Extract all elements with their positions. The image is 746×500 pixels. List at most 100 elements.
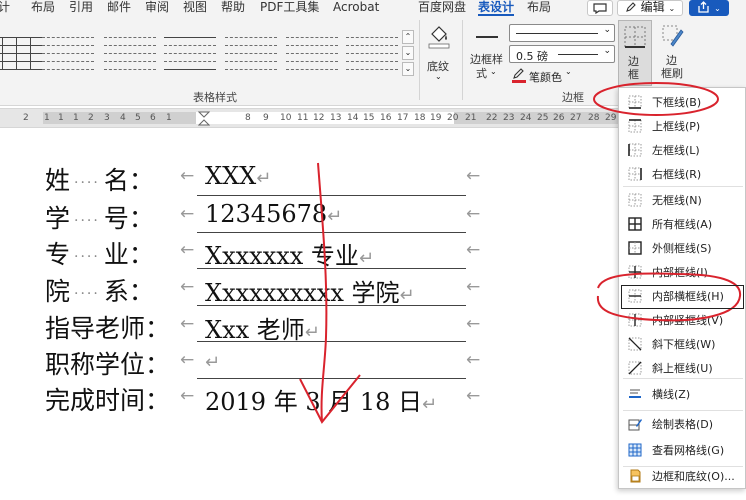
menu-item-bottom-border[interactable]: 下框线(B) — [619, 90, 745, 114]
menu-item-label: 内部竖框线(V) — [652, 314, 724, 327]
bottom-border-icon — [628, 95, 642, 109]
ruler-number: 17 — [397, 113, 409, 123]
ruler-number: 10 — [280, 113, 292, 123]
field-label: 职称学位： — [45, 345, 170, 381]
tab-table-layout[interactable]: 布局 — [527, 0, 551, 16]
menu-bar: 计 布局 引用 邮件 审阅 视图 帮助 PDF工具集 Acrobat 百度网盘 … — [0, 0, 746, 16]
tab-acrobat[interactable]: Acrobat — [333, 0, 379, 16]
ruler-number: 1 — [44, 113, 50, 123]
chevron-down-icon: ⌄ — [714, 4, 721, 13]
field-value[interactable]: ↵ — [205, 346, 220, 374]
menu-item-diagonal-down-border[interactable]: 斜下框线(W) — [619, 332, 745, 356]
ruler-number: 9 — [263, 113, 269, 123]
row-end-mark: ← — [466, 386, 481, 406]
ruler-number: 1 — [73, 113, 79, 123]
border-styles-button[interactable]: 边框样 式 ⌄ — [470, 22, 506, 84]
field-label: 院 ···· 系： — [45, 272, 154, 308]
table-style-3[interactable] — [164, 35, 216, 75]
tab-baidu-netdisk[interactable]: 百度网盘 — [418, 0, 466, 16]
tab-review[interactable]: 审阅 — [145, 0, 169, 16]
line-weight-select[interactable]: 0.5 磅 ⌄ — [509, 45, 615, 63]
field-value[interactable]: XXX↵ — [205, 162, 271, 190]
shading-button[interactable]: 底纹 ⌄ — [422, 22, 456, 82]
cell-end-mark: ← — [180, 350, 195, 370]
gallery-more[interactable]: ⌄ — [402, 62, 414, 76]
menu-item-no-border[interactable]: 无框线(N) — [619, 188, 745, 212]
tab-view[interactable]: 视图 — [183, 0, 207, 16]
field-label-part: 名： — [103, 166, 154, 195]
menu-item-label: 无框线(N) — [652, 194, 702, 207]
ruler-number: 27 — [570, 113, 582, 123]
gallery-scroll-down[interactable]: ⌄ — [402, 46, 414, 60]
cell-end-mark: ← — [180, 277, 195, 297]
menu-item-right-border[interactable]: 右框线(R) — [619, 162, 745, 186]
menu-item-view-gridlines[interactable]: 查看网格线(G) — [619, 438, 745, 462]
row-end-mark: ← — [466, 240, 481, 260]
tab-references[interactable]: 引用 — [69, 0, 93, 16]
menu-item-label: 下框线(B) — [652, 96, 702, 109]
chevron-down-icon: ⌄ — [668, 4, 676, 13]
ruler-number: 15 — [363, 113, 375, 123]
ruler-number: 24 — [520, 113, 532, 123]
table-style-2[interactable] — [104, 35, 156, 75]
border-painter-icon — [662, 25, 684, 47]
indent-marker[interactable] — [197, 111, 211, 126]
borders-label-1: 边 — [628, 55, 639, 68]
comment-button[interactable] — [587, 0, 613, 16]
paragraph-mark: ↵ — [422, 394, 438, 415]
ruler-number: 14 — [347, 113, 359, 123]
borders-icon — [624, 26, 646, 48]
ruler-number: 25 — [537, 113, 549, 123]
border-painter-label-1: 边 — [666, 54, 677, 67]
tab-help[interactable]: 帮助 — [221, 0, 245, 16]
table-style-4[interactable] — [225, 35, 277, 75]
menu-item-all-borders[interactable]: 所有框线(A) — [619, 212, 745, 236]
tab-pdf-tools[interactable]: PDF工具集 — [260, 0, 319, 16]
cell-end-mark: ← — [180, 204, 195, 224]
tab-design[interactable]: 计 — [0, 0, 10, 16]
border-painter-button[interactable]: 边 框刷 — [656, 20, 690, 86]
menu-item-diagonal-up-border[interactable]: 斜上框线(U) — [619, 356, 745, 380]
top-border-icon — [628, 119, 642, 133]
menu-item-label: 斜下框线(W) — [652, 338, 716, 351]
edit-mode-button[interactable]: 编辑 ⌄ — [617, 0, 683, 16]
tab-mailings[interactable]: 邮件 — [107, 0, 131, 16]
cell-end-mark: ← — [180, 240, 195, 260]
gallery-scroll-up[interactable]: ⌃ — [402, 30, 414, 44]
table-style-5[interactable] — [286, 35, 338, 75]
menu-item-draw-table[interactable]: 绘制表格(D) — [619, 412, 745, 436]
menu-item-label: 右框线(R) — [652, 168, 702, 181]
menu-item-outside-borders[interactable]: 外侧框线(S) — [619, 236, 745, 260]
cell-end-mark: ← — [180, 386, 195, 406]
borders-shading-icon — [628, 469, 642, 483]
table-style-grid[interactable] — [0, 35, 44, 75]
table-style-6[interactable] — [346, 35, 398, 75]
chevron-down-icon: ⌄ — [565, 67, 572, 76]
tab-table-design[interactable]: 表设计 — [478, 0, 515, 16]
row-end-mark: ← — [466, 166, 481, 186]
ruler-number: 6 — [150, 113, 156, 123]
menu-item-inside-borders[interactable]: 内部框线(I) — [619, 260, 745, 284]
menu-item-top-border[interactable]: 上框线(P) — [619, 114, 745, 138]
menu-item-horizontal-line[interactable]: 横线(Z) — [619, 382, 745, 406]
ruler-number: 19 — [430, 113, 442, 123]
borders-button[interactable]: 边 框 — [618, 20, 652, 86]
menu-item-label: 斜上框线(U) — [652, 362, 713, 375]
inside-vertical-border-icon — [628, 313, 642, 327]
pen-color-button[interactable]: 笔颜色 ⌄ — [509, 67, 589, 85]
field-label: 姓 ···· 名： — [45, 161, 154, 197]
line-style-select[interactable]: ⌄ — [509, 24, 615, 42]
ruler-number: 2 — [23, 113, 29, 123]
share-button[interactable]: ⌄ — [689, 0, 729, 16]
menu-item-label: 横线(Z) — [652, 388, 691, 401]
tab-layout[interactable]: 布局 — [31, 0, 55, 16]
menu-item-inside-vertical-border[interactable]: 内部竖框线(V) — [619, 308, 745, 332]
ruler-number: 11 — [297, 113, 309, 123]
menu-item-label: 边框和底纹(O)... — [652, 470, 735, 483]
chevron-down-icon: ⌄ — [603, 46, 611, 56]
field-label-part: 完成时间： — [45, 386, 171, 415]
table-style-1[interactable] — [42, 35, 94, 75]
menu-item-left-border[interactable]: 左框线(L) — [619, 138, 745, 162]
share-icon — [698, 1, 709, 13]
menu-item-borders-shading[interactable]: 边框和底纹(O)... — [619, 464, 745, 488]
